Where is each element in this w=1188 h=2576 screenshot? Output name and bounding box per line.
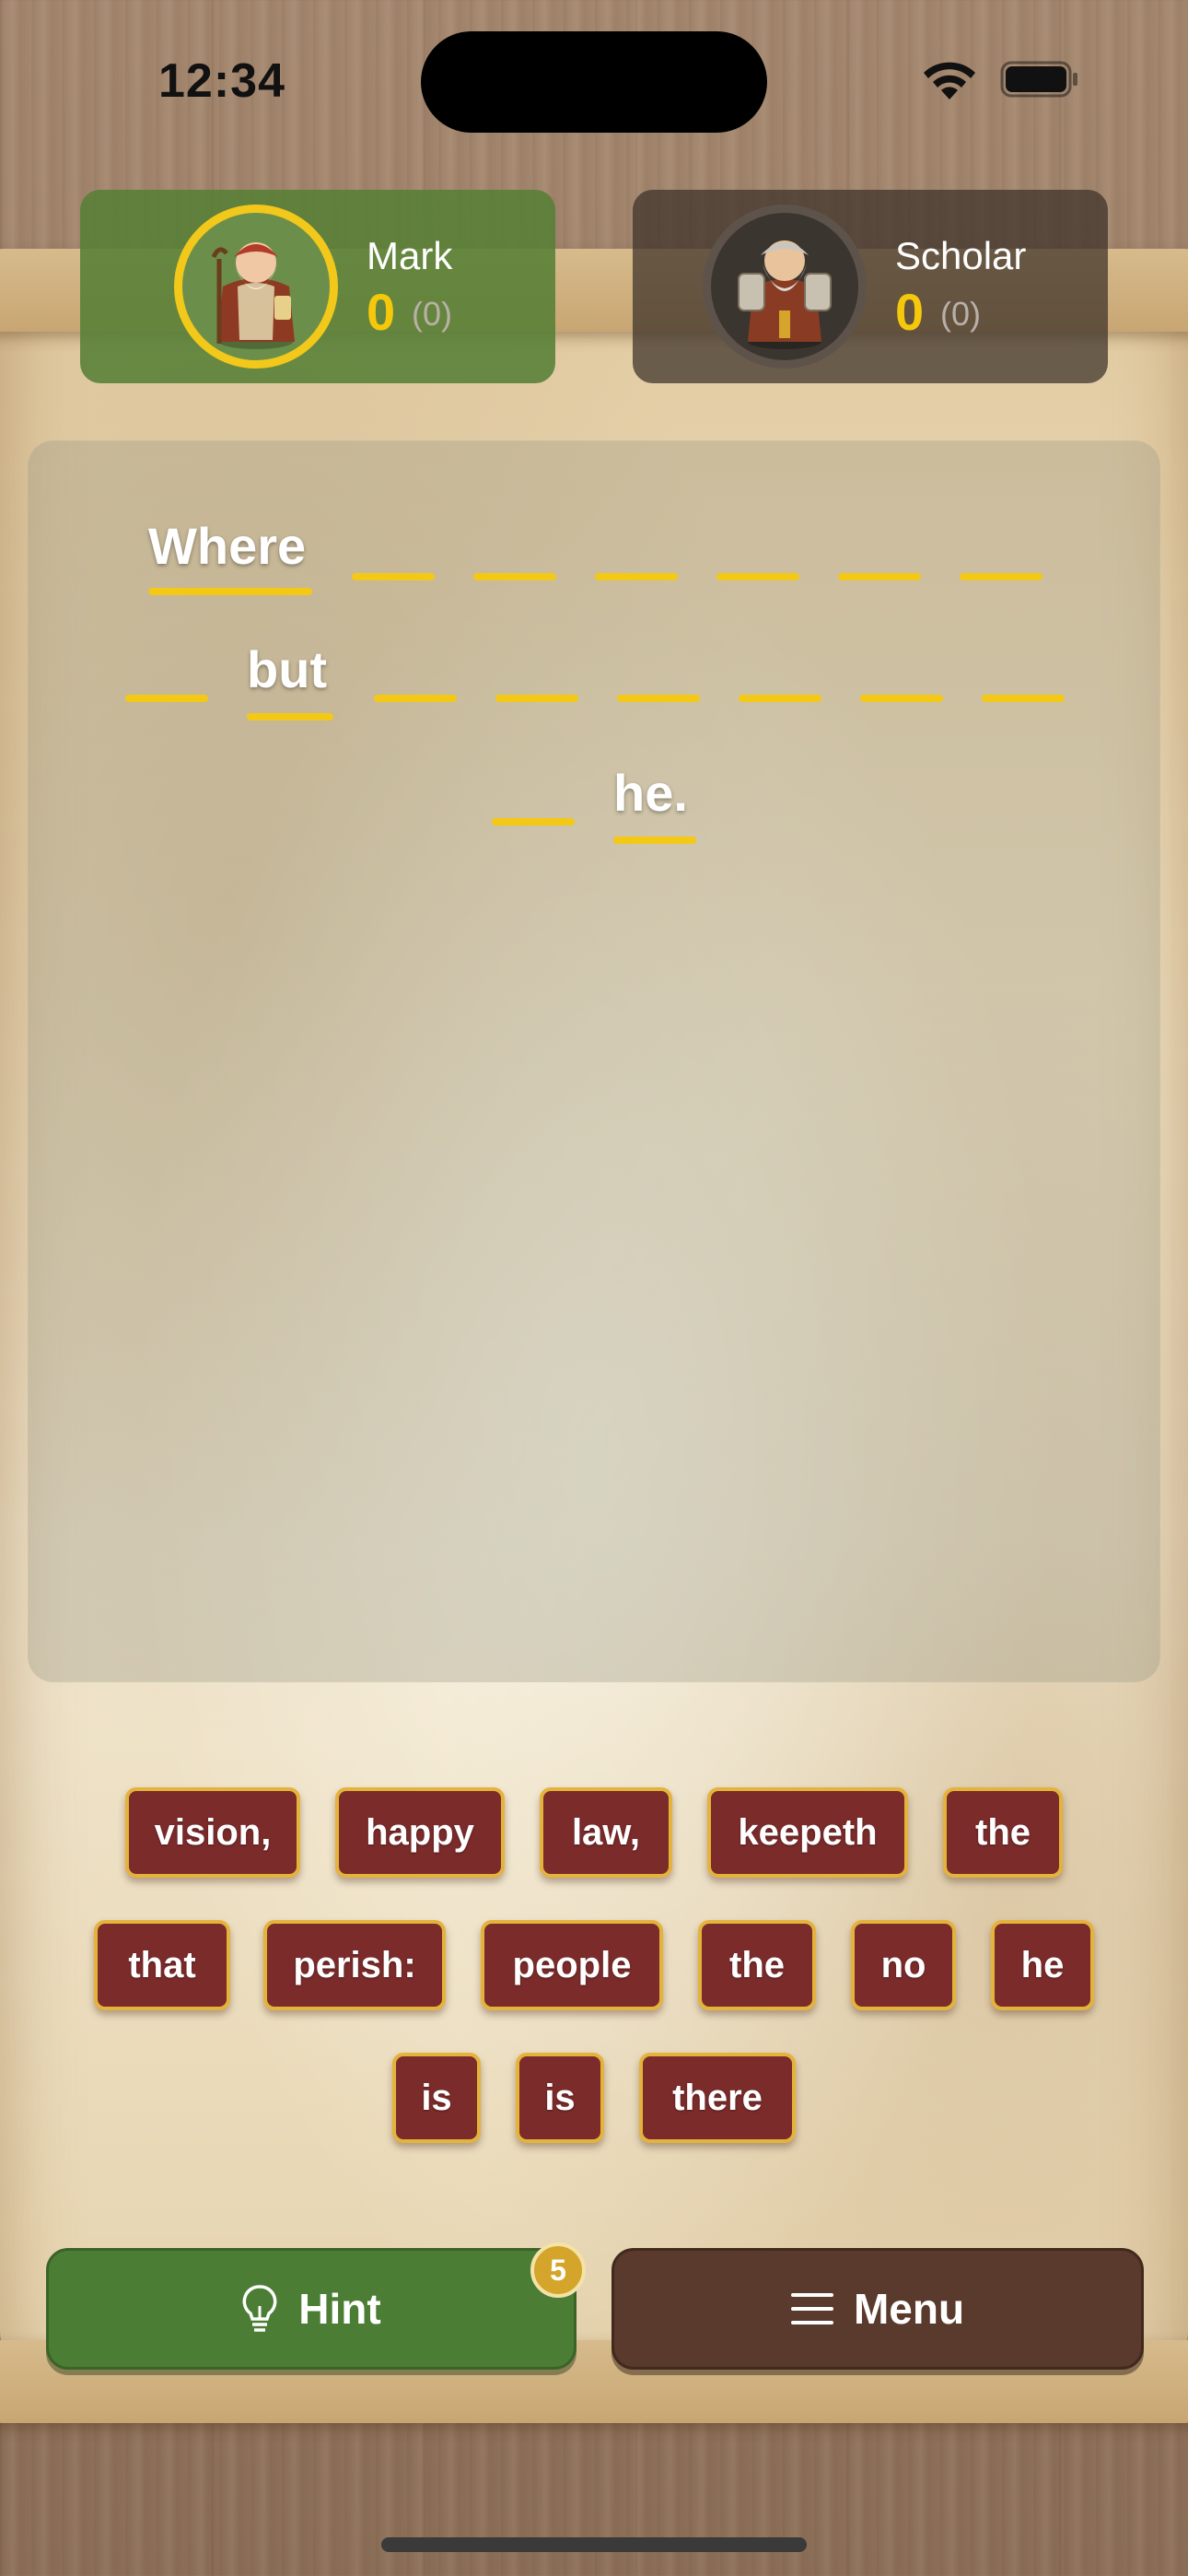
word-blank[interactable] (960, 573, 1042, 580)
word-blank[interactable] (352, 573, 435, 580)
revealed-word: he. (613, 764, 688, 822)
word-blank[interactable] (473, 573, 556, 580)
hamburger-icon (790, 2293, 833, 2324)
word-tile[interactable]: the (698, 1920, 816, 2010)
player-total-score: (0) (412, 295, 452, 333)
status-time: 12:34 (158, 54, 285, 108)
player-card-mark: Mark 0 (0) (80, 190, 555, 383)
menu-label: Menu (853, 2285, 965, 2333)
menu-button[interactable]: Menu (611, 2248, 1144, 2370)
word-tile[interactable]: that (94, 1920, 230, 2010)
word-blank[interactable] (982, 695, 1065, 702)
player-name: Mark (367, 234, 453, 277)
word-blank[interactable] (595, 573, 678, 580)
word-tile[interactable]: vision, (125, 1787, 300, 1878)
prophet-avatar-icon (211, 242, 295, 349)
moses-avatar-icon (738, 240, 832, 349)
player-score: 0 (367, 283, 396, 341)
word-tile[interactable]: keepeth (707, 1787, 908, 1878)
hint-button[interactable]: Hint (46, 2248, 577, 2370)
word-blank[interactable] (374, 695, 457, 702)
word-tile[interactable]: people (481, 1920, 663, 2010)
wifi-icon (924, 62, 975, 100)
player-total-score: (0) (940, 295, 981, 333)
word-blank[interactable] (125, 695, 208, 702)
home-indicator[interactable] (381, 2537, 807, 2552)
player-name: Scholar (895, 234, 1027, 277)
word-underline (148, 588, 312, 595)
avatar-scholar (703, 205, 867, 369)
hint-count-badge: 5 (530, 2242, 586, 2298)
word-tile[interactable]: the (943, 1787, 1063, 1878)
word-blank[interactable] (838, 573, 921, 580)
word-tile[interactable]: he (991, 1920, 1094, 2010)
revealed-word: but (247, 640, 328, 698)
word-blank[interactable] (860, 695, 943, 702)
word-blank[interactable] (492, 818, 575, 825)
word-underline (613, 837, 696, 844)
battery-icon (1000, 61, 1077, 98)
word-blank[interactable] (716, 573, 799, 580)
word-tile[interactable]: law, (540, 1787, 672, 1878)
puzzle-board (28, 440, 1160, 1682)
word-tile[interactable]: is (516, 2053, 604, 2143)
word-blank[interactable] (617, 695, 700, 702)
word-tile[interactable]: there (639, 2053, 796, 2143)
word-blank[interactable] (739, 695, 821, 702)
revealed-word: Where (148, 517, 307, 575)
word-tile[interactable]: is (392, 2053, 481, 2143)
avatar-mark (174, 205, 338, 369)
word-tile[interactable]: perish: (263, 1920, 446, 2010)
word-tile[interactable]: happy (335, 1787, 505, 1878)
word-tile[interactable]: no (851, 1920, 956, 2010)
player-card-scholar: Scholar 0 (0) (633, 190, 1108, 383)
dynamic-island (421, 31, 767, 133)
lightbulb-icon (242, 2285, 277, 2332)
player-score: 0 (895, 283, 925, 341)
word-underline (247, 713, 333, 720)
word-blank[interactable] (495, 695, 578, 702)
hint-label: Hint (298, 2285, 381, 2333)
